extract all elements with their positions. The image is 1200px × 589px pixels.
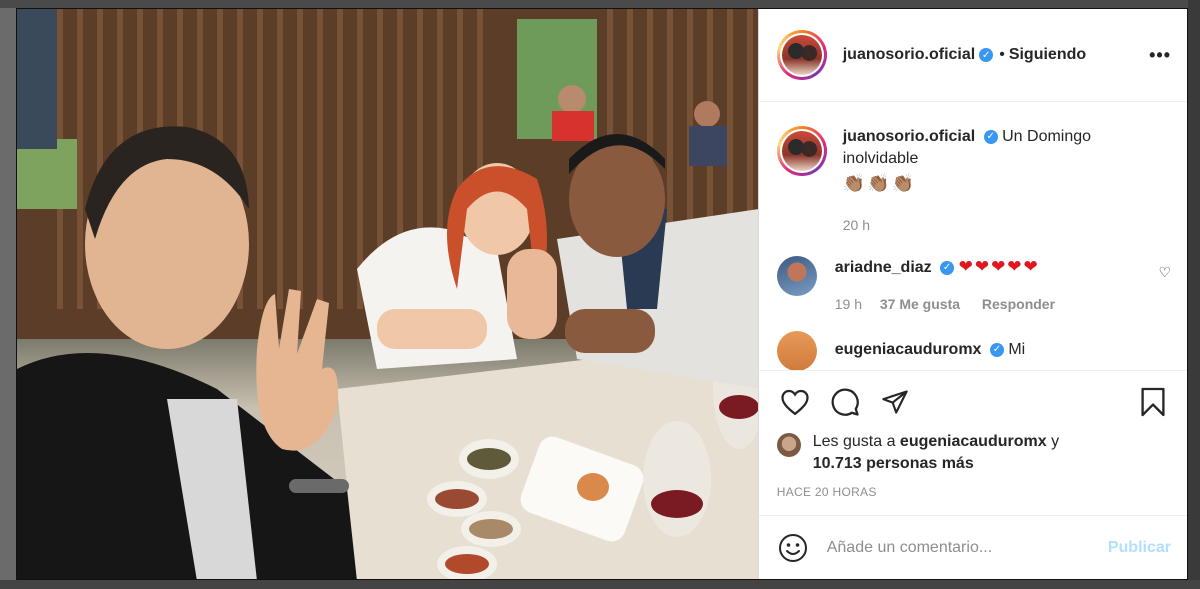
share-send-icon[interactable] xyxy=(877,384,913,420)
caption-author-avatar-image xyxy=(781,131,822,171)
add-comment-bar: Publicar xyxy=(758,515,1187,579)
post-modal: juanosorio.oficial ✓ • Siguiendo ••• jua… xyxy=(16,8,1188,580)
likes-count[interactable]: 10.713 personas más xyxy=(813,455,974,472)
emoji-smiley-icon[interactable] xyxy=(777,532,809,564)
post-side-panel: juanosorio.oficial ✓ • Siguiendo ••• jua… xyxy=(757,9,1187,579)
publish-button[interactable]: Publicar xyxy=(1108,539,1171,557)
caption-verified-check-icon: ✓ xyxy=(983,129,998,144)
likes-prefix: Les gusta a xyxy=(812,433,896,450)
author-avatar[interactable] xyxy=(776,30,827,80)
post-header: juanosorio.oficial ✓ • Siguiendo ••• xyxy=(758,9,1187,102)
comment-like-heart-icon[interactable]: ♡ xyxy=(1158,264,1171,281)
comment-verified-check-icon: ✓ xyxy=(989,342,1004,357)
post-photo-illustration xyxy=(17,9,758,579)
caption-username[interactable]: juanosorio.oficial xyxy=(843,128,975,145)
likes-summary: Les gusta a eugeniacauduromx y 10.713 pe… xyxy=(776,431,1171,475)
action-bar xyxy=(777,385,1171,419)
caption-clap-emojis: 👏🏽👏🏽👏🏽 xyxy=(842,173,916,193)
verified-check-icon: ✓ xyxy=(979,48,994,62)
comment-body: ariadne_diaz ✓ ❤❤❤❤❤ 19 h 37 Me gusta Re… xyxy=(835,256,1159,315)
caption-author-avatar[interactable] xyxy=(776,126,827,176)
comment-item: eugeniacauduromx ✓ Mi xyxy=(776,331,1171,370)
likes-suffix: y xyxy=(1051,433,1060,450)
comment-verified-check-icon: ✓ xyxy=(940,260,955,275)
comment-body: eugeniacauduromx ✓ Mi xyxy=(835,331,1171,370)
comment-username[interactable]: ariadne_diaz xyxy=(835,259,932,276)
more-options-icon[interactable]: ••• xyxy=(1149,45,1171,66)
liker-username[interactable]: eugeniacauduromx xyxy=(900,433,1047,450)
author-username[interactable]: juanosorio.oficial xyxy=(843,46,975,64)
comments-list[interactable]: juanosorio.oficial ✓ Un Domingo inolvida… xyxy=(759,102,1187,370)
post-timestamp[interactable]: HACE 20 HORAS xyxy=(777,485,1171,499)
liker-avatar[interactable] xyxy=(776,433,801,457)
caption-body: juanosorio.oficial ✓ Un Domingo inolvida… xyxy=(843,126,1143,236)
like-heart-icon[interactable] xyxy=(777,384,813,420)
backdrop-top xyxy=(0,0,1200,8)
comment-text: ❤❤❤❤❤ xyxy=(958,257,1040,276)
comment-input[interactable] xyxy=(826,538,1108,557)
comment-item: ariadne_diaz ✓ ❤❤❤❤❤ 19 h 37 Me gusta Re… xyxy=(776,256,1171,315)
following-button[interactable]: Siguiendo xyxy=(1009,46,1086,64)
comment-meta: 19 h 37 Me gusta Responder xyxy=(835,293,1159,315)
commenter-avatar[interactable] xyxy=(776,331,817,370)
commenter-avatar[interactable] xyxy=(776,256,817,296)
post-actions: Les gusta a eugeniacauduromx y 10.713 pe… xyxy=(758,370,1187,515)
caption-time[interactable]: 20 h xyxy=(843,214,1143,236)
backdrop-bottom xyxy=(0,580,1200,589)
author-avatar-image xyxy=(781,35,822,75)
post-photo[interactable] xyxy=(17,9,758,579)
backdrop-right xyxy=(1188,0,1200,589)
comment-text: Mi xyxy=(1008,341,1026,358)
comment-likes[interactable]: 37 Me gusta xyxy=(880,296,960,312)
comment-bubble-icon[interactable] xyxy=(827,384,863,420)
comment-username[interactable]: eugeniacauduromx xyxy=(835,341,982,358)
comment-time[interactable]: 19 h xyxy=(835,296,862,312)
bookmark-icon[interactable] xyxy=(1135,384,1171,420)
caption: juanosorio.oficial ✓ Un Domingo inolvida… xyxy=(776,126,1171,236)
likes-text: Les gusta a eugeniacauduromx y 10.713 pe… xyxy=(813,431,1059,475)
comment-reply-button[interactable]: Responder xyxy=(982,296,1055,312)
follow-separator: • xyxy=(999,46,1005,63)
backdrop-left xyxy=(0,0,16,589)
